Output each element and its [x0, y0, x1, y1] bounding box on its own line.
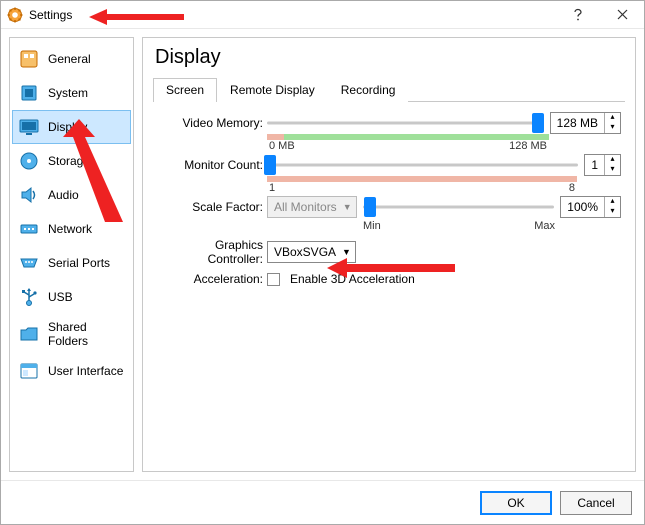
- video-memory-min: 0 MB: [269, 140, 295, 152]
- app-icon: [7, 7, 23, 23]
- video-memory-label: Video Memory:: [157, 116, 267, 130]
- monitor-count-max: 8: [569, 182, 575, 194]
- sidebar-item-label: Storage: [48, 154, 90, 168]
- acceleration-label: Acceleration:: [157, 272, 267, 286]
- form-area: Video Memory: 128 MB ▴▾: [153, 102, 625, 292]
- sidebar-item-label: Serial Ports: [48, 256, 110, 270]
- sidebar-item-audio[interactable]: Audio: [12, 178, 131, 212]
- monitor-count-slider[interactable]: [267, 155, 578, 175]
- window-title: Settings: [29, 8, 72, 22]
- close-button[interactable]: [600, 1, 644, 29]
- sidebar: General System Display Storage: [9, 37, 134, 472]
- tab-recording[interactable]: Recording: [328, 78, 409, 102]
- sidebar-item-label: General: [48, 52, 91, 66]
- spin-down-icon[interactable]: ▾: [605, 207, 620, 217]
- system-icon: [18, 82, 40, 104]
- video-memory-slider[interactable]: [267, 113, 544, 133]
- user-interface-icon: [18, 360, 40, 382]
- settings-window: Settings General: [0, 0, 645, 525]
- sidebar-item-label: System: [48, 86, 88, 100]
- monitor-count-min: 1: [269, 182, 275, 194]
- sidebar-item-label: User Interface: [48, 364, 123, 378]
- monitor-count-value[interactable]: 1 ▴▾: [584, 154, 621, 176]
- scale-factor-label: Scale Factor:: [157, 200, 267, 214]
- sidebar-item-serial-ports[interactable]: Serial Ports: [12, 246, 131, 280]
- sidebar-item-label: Shared Folders: [48, 320, 125, 348]
- video-memory-value[interactable]: 128 MB ▴▾: [550, 112, 621, 134]
- sidebar-item-label: USB: [48, 290, 73, 304]
- sidebar-item-storage[interactable]: Storage: [12, 144, 131, 178]
- chevron-down-icon: ▼: [342, 247, 351, 257]
- scale-factor-monitor-dropdown[interactable]: All Monitors▼: [267, 196, 357, 218]
- title-bar: Settings: [1, 1, 644, 29]
- sidebar-item-label: Audio: [48, 188, 79, 202]
- scale-factor-value[interactable]: 100% ▴▾: [560, 196, 621, 218]
- network-icon: [18, 218, 40, 240]
- video-memory-max: 128 MB: [509, 140, 547, 152]
- sidebar-item-general[interactable]: General: [12, 42, 131, 76]
- tab-screen[interactable]: Screen: [153, 78, 217, 102]
- storage-icon: [18, 150, 40, 172]
- tabs: Screen Remote Display Recording: [153, 77, 625, 102]
- serial-ports-icon: [18, 252, 40, 274]
- sidebar-item-user-interface[interactable]: User Interface: [12, 354, 131, 388]
- tab-remote-display[interactable]: Remote Display: [217, 78, 328, 102]
- scale-factor-min: Min: [363, 220, 381, 232]
- general-icon: [18, 48, 40, 70]
- display-icon: [18, 116, 40, 138]
- sidebar-item-display[interactable]: Display: [12, 110, 131, 144]
- enable-3d-checkbox[interactable]: [267, 273, 280, 286]
- audio-icon: [18, 184, 40, 206]
- graphics-controller-dropdown[interactable]: VBoxSVGA▼: [267, 241, 356, 263]
- chevron-down-icon: ▼: [343, 202, 352, 212]
- sidebar-item-usb[interactable]: USB: [12, 280, 131, 314]
- dialog-footer: OK Cancel: [1, 480, 644, 524]
- scale-factor-max: Max: [534, 220, 555, 232]
- graphics-controller-label: Graphics Controller:: [157, 238, 267, 266]
- shared-folders-icon: [18, 323, 40, 345]
- monitor-count-label: Monitor Count:: [157, 158, 267, 172]
- main-panel: Display Screen Remote Display Recording …: [142, 37, 636, 472]
- ok-button[interactable]: OK: [480, 491, 552, 515]
- sidebar-item-label: Network: [48, 222, 92, 236]
- page-title: Display: [155, 46, 625, 69]
- scale-factor-slider[interactable]: [363, 197, 555, 217]
- usb-icon: [18, 286, 40, 308]
- spin-down-icon[interactable]: ▾: [605, 165, 620, 175]
- enable-3d-label: Enable 3D Acceleration: [290, 272, 415, 286]
- help-button[interactable]: [556, 1, 600, 29]
- sidebar-item-system[interactable]: System: [12, 76, 131, 110]
- cancel-button[interactable]: Cancel: [560, 491, 632, 515]
- spin-down-icon[interactable]: ▾: [605, 123, 620, 133]
- sidebar-item-shared-folders[interactable]: Shared Folders: [12, 314, 131, 354]
- sidebar-item-network[interactable]: Network: [12, 212, 131, 246]
- sidebar-item-label: Display: [48, 120, 87, 134]
